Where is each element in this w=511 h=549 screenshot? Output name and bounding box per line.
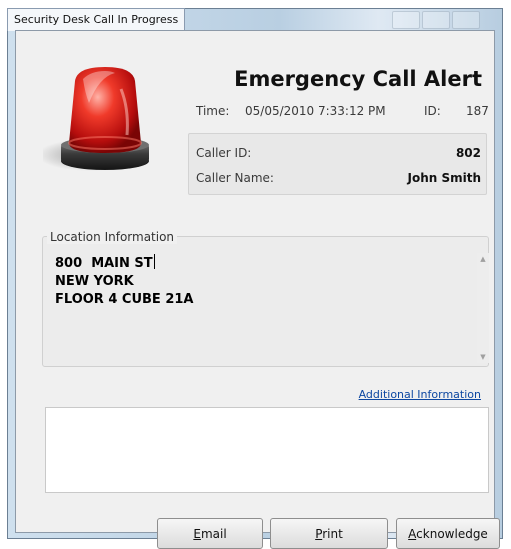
- acknowledge-button-label: Acknowledge: [408, 526, 488, 541]
- time-label: Time:: [196, 104, 230, 118]
- location-textbox[interactable]: 800 MAIN ST NEW YORK FLOOR 4 CUBE 21A: [55, 254, 475, 309]
- caller-id-label: Caller ID:: [196, 146, 252, 160]
- acknowledge-button[interactable]: Acknowledge: [396, 518, 500, 549]
- notes-textbox[interactable]: [45, 407, 489, 493]
- print-button[interactable]: Print: [270, 518, 388, 549]
- email-button-label: Email: [193, 526, 227, 541]
- additional-information-link[interactable]: Additional Information: [359, 388, 481, 401]
- location-group-label: Location Information: [47, 230, 178, 244]
- address-line: 800 MAIN ST: [55, 254, 155, 271]
- alert-title: Emergency Call Alert: [234, 67, 482, 91]
- address-line: FLOOR 4 CUBE 21A: [55, 292, 194, 307]
- caller-id-value: 802: [455, 146, 481, 160]
- caller-name-label: Caller Name:: [196, 171, 274, 185]
- location-scrollbar[interactable]: ▲ ▼: [477, 253, 489, 363]
- caption-buttons: [392, 11, 480, 29]
- maximize-button[interactable]: [422, 11, 450, 29]
- caller-info-panel: [188, 133, 487, 195]
- email-button[interactable]: Email: [157, 518, 263, 549]
- print-button-label: Print: [315, 526, 343, 541]
- alert-window: Security Desk Call In Progress Emergency…: [7, 8, 503, 549]
- scroll-down-icon[interactable]: ▼: [477, 351, 489, 363]
- emergency-siren-icon: [43, 67, 149, 171]
- caller-name-value: John Smith: [407, 171, 481, 185]
- time-value: 05/05/2010 7:33:12 PM: [245, 104, 386, 118]
- id-value: 187: [466, 104, 489, 118]
- dialog-client-area: Emergency Call Alert Time: 05/05/2010 7:…: [15, 30, 500, 549]
- id-label: ID:: [424, 104, 441, 118]
- minimize-button[interactable]: [392, 11, 420, 29]
- window-title: Security Desk Call In Progress: [7, 8, 186, 31]
- scroll-up-icon[interactable]: ▲: [477, 253, 489, 265]
- address-line: NEW YORK: [55, 274, 134, 289]
- text-caret: [153, 254, 155, 269]
- close-button[interactable]: [452, 11, 480, 29]
- title-bar[interactable]: Security Desk Call In Progress: [7, 8, 502, 31]
